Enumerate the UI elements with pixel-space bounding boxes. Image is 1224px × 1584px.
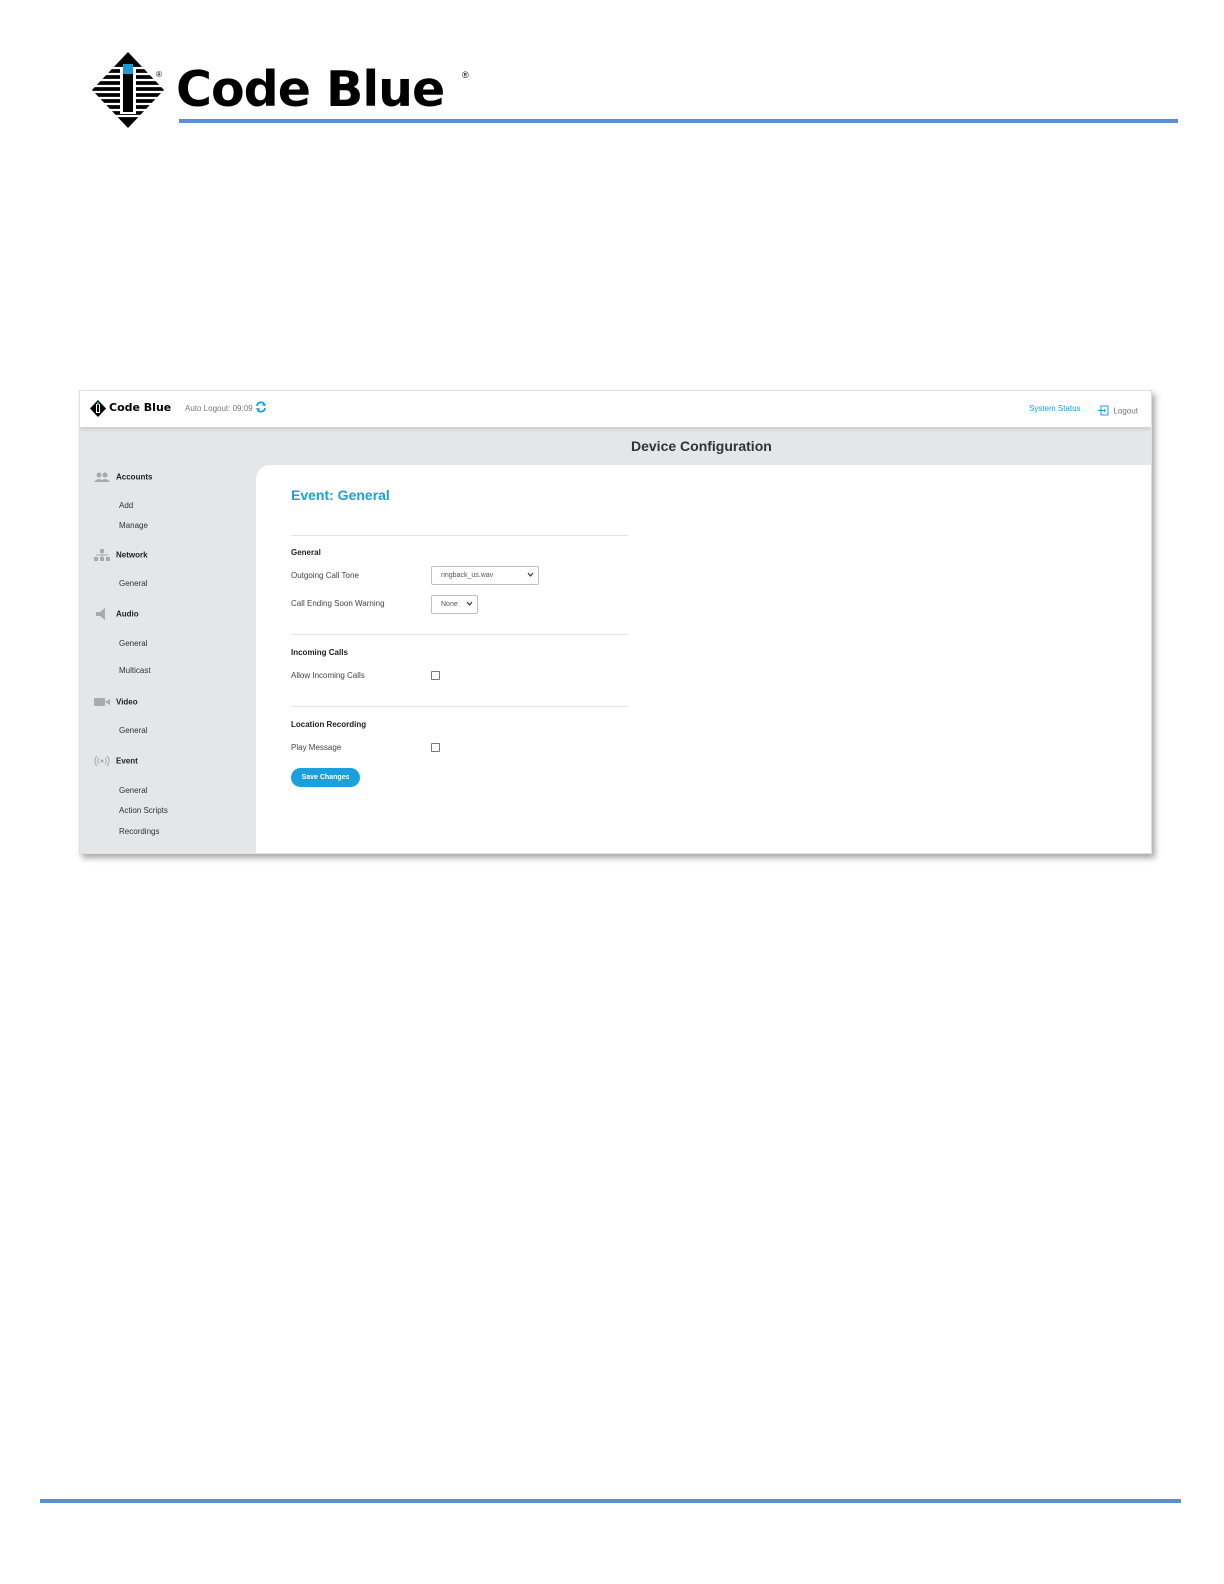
logout-icon	[1098, 405, 1109, 416]
chevron-down-icon	[466, 601, 473, 606]
save-changes-button[interactable]: Save Changes	[291, 768, 360, 787]
sidebar-item-event-action-scripts[interactable]: Action Scripts	[119, 806, 168, 815]
divider	[291, 634, 628, 635]
sidebar-item-event-recordings[interactable]: Recordings	[119, 827, 159, 836]
sidebar-item-video-general[interactable]: General	[119, 726, 147, 735]
call-ending-warning-select[interactable]: None	[431, 595, 478, 614]
location-recording-heading: Location Recording	[291, 720, 367, 729]
sidebar-section-audio[interactable]: Audio	[94, 608, 139, 620]
divider	[291, 706, 628, 707]
general-heading: General	[291, 548, 321, 557]
auto-logout-timer: Auto Logout: 09:09	[185, 404, 253, 413]
registered-mark: ®	[156, 70, 162, 79]
speaker-icon	[96, 608, 105, 620]
main-panel: Event: General General Outgoing Call Ton…	[256, 465, 1151, 853]
sidebar-section-event[interactable]: Event	[94, 755, 138, 767]
sidebar-section-label: Network	[116, 550, 148, 560]
video-camera-icon	[94, 698, 110, 706]
outgoing-call-tone-label: Outgoing Call Tone	[291, 571, 359, 580]
divider	[291, 535, 628, 536]
section-title: Event: General	[291, 487, 390, 503]
sidebar-section-label: Video	[116, 697, 138, 707]
logout-button[interactable]: Logout	[1098, 402, 1138, 420]
sidebar-section-label: Audio	[116, 609, 139, 619]
brand-name: Code Blue	[176, 61, 445, 118]
sidebar-item-accounts-manage[interactable]: Manage	[119, 521, 148, 530]
top-bar: Code Blue Auto Logout: 09:09 System Stat…	[80, 391, 1151, 427]
users-icon	[94, 472, 110, 482]
incoming-calls-heading: Incoming Calls	[291, 648, 348, 657]
header-rule	[179, 119, 1178, 123]
sidebar-item-audio-general[interactable]: General	[119, 639, 147, 648]
footer-rule	[40, 1499, 1181, 1503]
outgoing-call-tone-select[interactable]: ringback_us.wav	[431, 566, 539, 585]
call-ending-warning-label: Call Ending Soon Warning	[291, 599, 385, 608]
sidebar-section-label: Accounts	[116, 472, 153, 482]
sidebar-item-event-general[interactable]: General	[119, 786, 147, 795]
logout-label: Logout	[1113, 406, 1138, 416]
sidebar-item-audio-multicast[interactable]: Multicast	[119, 666, 151, 675]
call-ending-warning-value: None	[441, 601, 458, 608]
refresh-icon[interactable]	[255, 401, 267, 413]
sidebar-section-network[interactable]: Network	[94, 549, 148, 561]
network-icon	[94, 549, 110, 561]
play-message-label: Play Message	[291, 743, 342, 752]
page-title: Device Configuration	[631, 438, 772, 454]
sidebar-item-network-general[interactable]: General	[119, 579, 147, 588]
outgoing-call-tone-value: ringback_us.wav	[441, 572, 494, 579]
device-config-screenshot: Code Blue Auto Logout: 09:09 System Stat…	[79, 390, 1152, 854]
sidebar-section-accounts[interactable]: Accounts	[94, 471, 152, 483]
allow-incoming-calls-checkbox[interactable]	[431, 671, 440, 680]
broadcast-icon	[94, 755, 110, 767]
code-blue-logo-icon	[90, 52, 166, 128]
sidebar-section-label: Event	[116, 756, 138, 766]
sidebar-section-video[interactable]: Video	[94, 696, 138, 708]
allow-incoming-calls-label: Allow Incoming Calls	[291, 671, 365, 680]
chevron-down-icon	[527, 572, 534, 577]
system-status-link[interactable]: System Status	[1029, 404, 1081, 413]
app-brand-name: Code Blue	[109, 401, 172, 414]
code-blue-logo-icon	[90, 400, 106, 417]
registered-mark: ®	[462, 70, 469, 80]
sidebar-item-accounts-add[interactable]: Add	[119, 501, 133, 510]
play-message-checkbox[interactable]	[431, 743, 440, 752]
